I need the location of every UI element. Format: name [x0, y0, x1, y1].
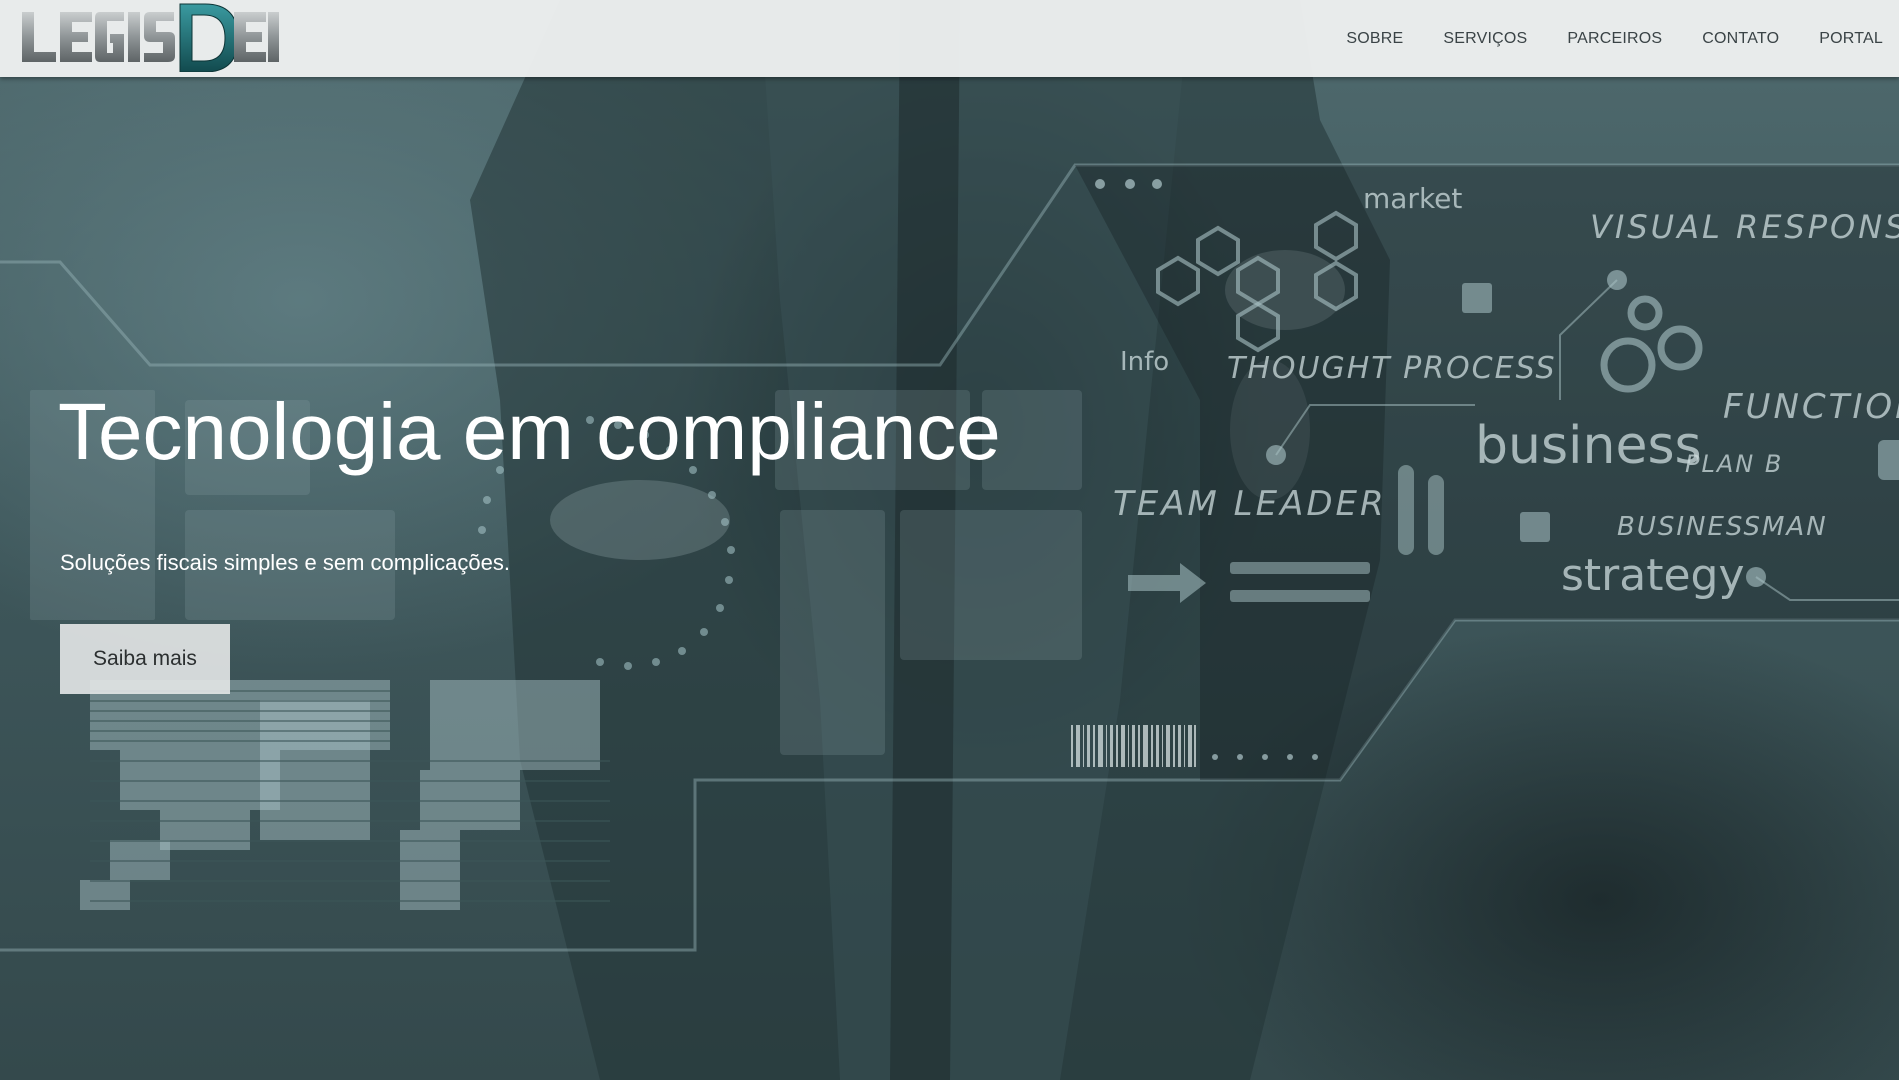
hud-word: market — [1363, 182, 1462, 215]
hero-background-image: market VISUAL RESPONSE Info THOUGHT PROC… — [0, 0, 1899, 1080]
saiba-mais-button[interactable]: Saiba mais — [60, 624, 230, 694]
nav-link-servicos[interactable]: SERVIÇOS — [1443, 30, 1527, 48]
nav-link-portal[interactable]: PORTAL — [1819, 30, 1883, 48]
nav-link-sobre[interactable]: SOBRE — [1346, 30, 1403, 48]
hud-word: VISUAL RESPONSE — [1590, 208, 1899, 246]
navbar: SOBRE SERVIÇOS PARCEIROS CONTATO PORTAL — [0, 0, 1899, 77]
hud-word: PLAN B — [1685, 450, 1783, 478]
hero-title: Tecnologia em compliance — [58, 387, 1001, 476]
hud-word: strategy — [1561, 550, 1745, 601]
nav-link-parceiros[interactable]: PARCEIROS — [1567, 30, 1662, 48]
nav-link-contato[interactable]: CONTATO — [1702, 30, 1779, 48]
legisdei-logo[interactable] — [20, 2, 280, 72]
hud-word: Info — [1120, 347, 1169, 377]
hero-subtitle: Soluções fiscais simples e sem complicaç… — [60, 550, 510, 575]
main-nav: SOBRE SERVIÇOS PARCEIROS CONTATO PORTAL — [1306, 0, 1899, 77]
hud-word: THOUGHT PROCESS — [1227, 351, 1557, 386]
hud-word: BUSINESSMAN — [1617, 512, 1828, 542]
hud-word: TEAM LEADER — [1113, 484, 1387, 524]
hud-word: FUNCTION — [1723, 387, 1899, 427]
hero-section: market VISUAL RESPONSE Info THOUGHT PROC… — [0, 0, 1899, 1080]
hud-word: business — [1475, 416, 1702, 476]
